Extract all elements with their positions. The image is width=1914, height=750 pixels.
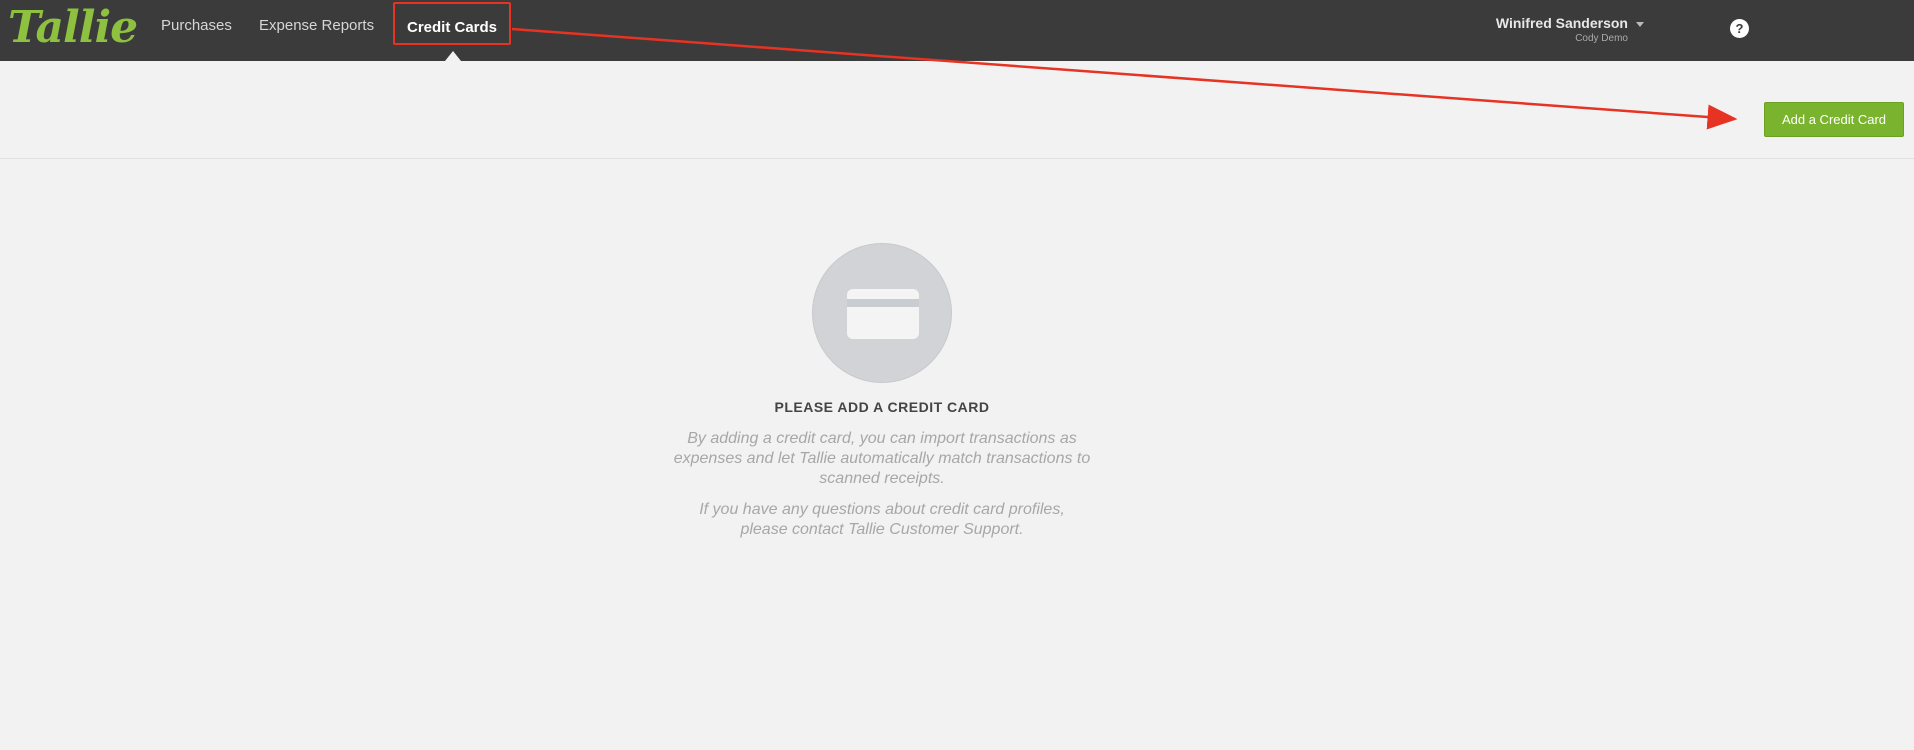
top-navigation-bar: Tallie Purchases Expense Reports Credit … [0,0,1914,61]
page-toolbar: Add a Credit Card [0,61,1914,159]
nav-credit-cards[interactable]: Credit Cards [393,2,511,45]
nav-expense-reports[interactable]: Expense Reports [259,16,374,36]
card-stripe [847,299,919,307]
add-credit-card-button[interactable]: Add a Credit Card [1764,102,1904,137]
empty-state-title: PLEASE ADD A CREDIT CARD [774,399,990,415]
empty-state-support-text: If you have any questions about credit c… [620,500,1144,540]
empty-state: PLEASE ADD A CREDIT CARD By adding a cre… [620,243,1144,540]
description-line: By adding a credit card, you can import … [687,430,1077,447]
support-line: please contact Tallie Customer Support. [740,521,1024,538]
chevron-down-icon [1636,22,1644,27]
description-line: expenses and let Tallie automatically ma… [673,450,1091,467]
credit-card-icon [812,243,952,383]
nav-purchases[interactable]: Purchases [161,16,232,36]
empty-state-description: By adding a credit card, you can import … [620,429,1144,489]
user-company: Cody Demo [1575,33,1628,44]
active-nav-indicator [445,51,461,61]
question-circle-icon[interactable]: ? [1730,19,1749,38]
card-shape [847,289,919,339]
user-menu[interactable]: Winifred Sanderson Cody Demo [1478,13,1648,47]
description-line: scanned receipts. [819,470,945,487]
tallie-logo[interactable]: Tallie [8,2,138,54]
user-name: Winifred Sanderson [1495,15,1628,31]
support-line: If you have any questions about credit c… [699,501,1065,518]
